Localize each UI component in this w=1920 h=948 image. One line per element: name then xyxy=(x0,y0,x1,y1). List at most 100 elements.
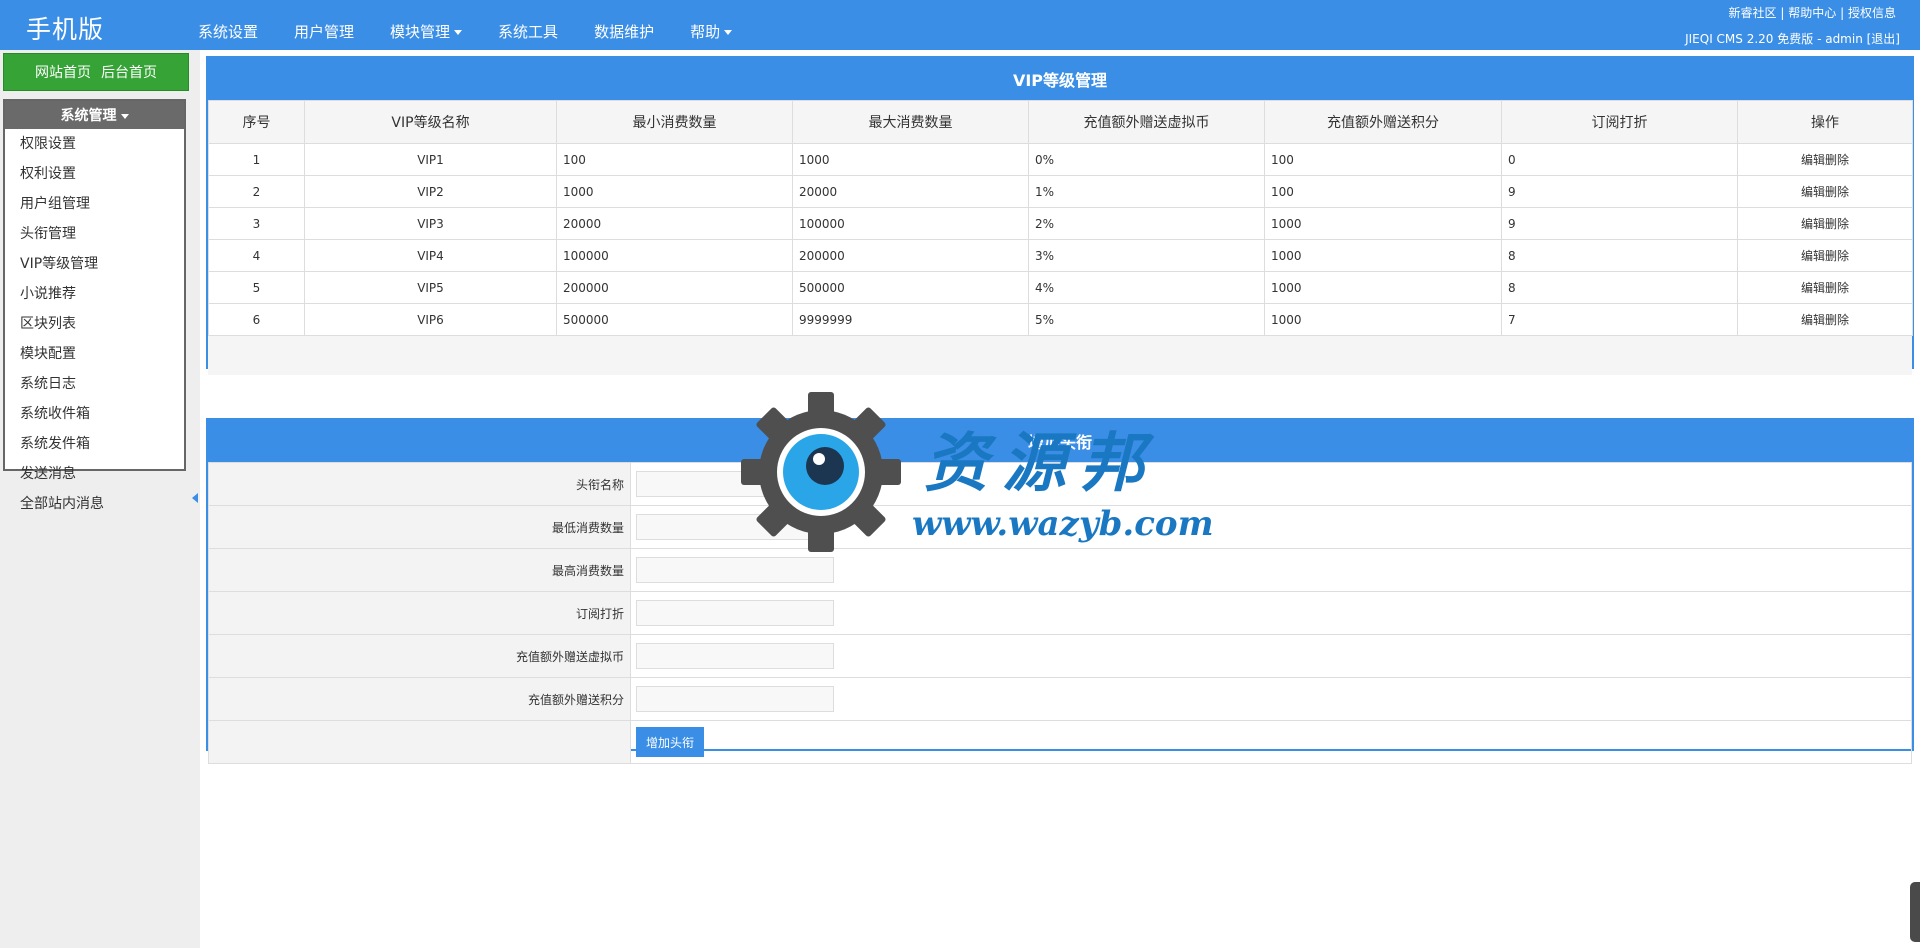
column-header: VIP等级名称 xyxy=(304,100,557,144)
cell-name: VIP5 xyxy=(304,271,557,304)
table-row: 6 VIP6 500000 9999999 5% 1000 7 编辑删除 xyxy=(208,303,1913,336)
form-submit-row: 增加头衔 xyxy=(208,720,1912,764)
nav-label: 模块管理 xyxy=(390,23,451,41)
delete-link[interactable]: 删除 xyxy=(1825,217,1849,231)
table-row: 3 VIP3 20000 100000 2% 1000 9 编辑删除 xyxy=(208,207,1913,240)
nav-system-tools[interactable]: 系统工具 xyxy=(498,21,558,42)
text-input[interactable] xyxy=(636,643,834,669)
table-row: 1 VIP1 100 1000 0% 100 0 编辑删除 xyxy=(208,143,1913,176)
cell-bonus-coin: 1% xyxy=(1028,175,1265,208)
system-menu-header[interactable]: 系统管理 xyxy=(5,101,184,129)
cell-min: 100 xyxy=(556,143,793,176)
cell-max: 100000 xyxy=(792,207,1029,240)
column-header: 充值额外赠送虚拟币 xyxy=(1028,100,1265,144)
sidebar-item[interactable]: 系统发件箱 xyxy=(5,429,184,459)
sidebar-item[interactable]: 区块列表 xyxy=(5,309,184,339)
empty-label xyxy=(208,720,631,764)
form-row: 订阅打折 xyxy=(208,591,1912,635)
cell-bonus-points: 1000 xyxy=(1264,207,1502,240)
main-nav: 系统设置 用户管理 模块管理 系统工具 数据维护 帮助 xyxy=(198,21,768,42)
delete-link[interactable]: 删除 xyxy=(1825,153,1849,167)
delete-link[interactable]: 删除 xyxy=(1825,313,1849,327)
cell-bonus-points: 100 xyxy=(1264,143,1502,176)
cell-min: 200000 xyxy=(556,271,793,304)
delete-link[interactable]: 删除 xyxy=(1825,185,1849,199)
edit-link[interactable]: 编辑 xyxy=(1801,313,1825,327)
cell-id: 4 xyxy=(208,239,305,272)
field-label: 充值额外赠送虚拟币 xyxy=(208,634,631,678)
table-row: 4 VIP4 100000 200000 3% 1000 8 编辑删除 xyxy=(208,239,1913,272)
link-help-center[interactable]: 帮助中心 xyxy=(1788,6,1836,20)
cell-discount: 9 xyxy=(1501,175,1738,208)
edit-link[interactable]: 编辑 xyxy=(1801,281,1825,295)
edit-link[interactable]: 编辑 xyxy=(1801,185,1825,199)
caret-down-icon xyxy=(724,30,733,35)
sidebar-item[interactable]: 系统收件箱 xyxy=(5,399,184,429)
form-row: 头衔名称 xyxy=(208,462,1912,506)
cell-actions: 编辑删除 xyxy=(1737,143,1913,176)
cell-min: 1000 xyxy=(556,175,793,208)
admin-home-link[interactable]: 后台首页 xyxy=(101,62,157,82)
cell-id: 5 xyxy=(208,271,305,304)
sidebar-item[interactable]: 头衔管理 xyxy=(5,219,184,249)
top-links: 新睿社区 | 帮助中心 | 授权信息 xyxy=(1729,4,1896,21)
edit-link[interactable]: 编辑 xyxy=(1801,153,1825,167)
cell-name: VIP3 xyxy=(304,207,557,240)
cell-discount: 8 xyxy=(1501,271,1738,304)
column-header: 最大消费数量 xyxy=(792,100,1029,144)
delete-link[interactable]: 删除 xyxy=(1825,281,1849,295)
logo[interactable]: 手机版 xyxy=(26,10,104,46)
sidebar-collapse-icon[interactable] xyxy=(192,493,198,503)
cell-id: 3 xyxy=(208,207,305,240)
scroll-widget[interactable] xyxy=(1910,882,1920,942)
add-title-button[interactable]: 增加头衔 xyxy=(636,727,705,757)
cell-name: VIP6 xyxy=(304,303,557,336)
nav-user-management[interactable]: 用户管理 xyxy=(294,21,354,42)
add-title-panel: 增加头衔 头衔名称 最低消费数量 最高消费数量 订阅打折 充值额外赠送虚拟币 充值额外赠送… xyxy=(206,418,1914,764)
nav-system-settings[interactable]: 系统设置 xyxy=(198,21,258,42)
form-row: 充值额外赠送积分 xyxy=(208,677,1912,721)
sidebar-item[interactable]: 模块配置 xyxy=(5,339,184,369)
field-label: 头衔名称 xyxy=(208,462,631,506)
text-input[interactable] xyxy=(636,514,834,540)
sidebar-item[interactable]: VIP等级管理 xyxy=(5,249,184,279)
form-body: 头衔名称 最低消费数量 最高消费数量 订阅打折 充值额外赠送虚拟币 充值额外赠送积分 增加头… xyxy=(208,462,1912,764)
edit-link[interactable]: 编辑 xyxy=(1801,249,1825,263)
cell-id: 1 xyxy=(208,143,305,176)
cell-actions: 编辑删除 xyxy=(1737,207,1913,240)
nav-help[interactable]: 帮助 xyxy=(690,21,733,42)
text-input[interactable] xyxy=(636,600,834,626)
delete-link[interactable]: 删除 xyxy=(1825,249,1849,263)
table-footer xyxy=(208,336,1912,375)
edit-link[interactable]: 编辑 xyxy=(1801,217,1825,231)
system-menu: 系统管理 权限设置 权利设置 用户组管理 头衔管理 VIP等级管理 小说推荐 区块列表 模块配… xyxy=(3,99,186,512)
cell-bonus-points: 1000 xyxy=(1264,303,1502,336)
nav-label: 帮助 xyxy=(690,23,721,41)
field-cell xyxy=(630,634,1912,678)
table-row: 2 VIP2 1000 20000 1% 100 9 编辑删除 xyxy=(208,175,1913,208)
sidebar-item[interactable]: 发送消息 xyxy=(5,459,184,489)
top-bar: 手机版 系统设置 用户管理 模块管理 系统工具 数据维护 帮助 新睿社区 | 帮… xyxy=(0,0,1920,50)
separator: | xyxy=(1780,6,1785,20)
vip-panel-title: VIP等级管理 xyxy=(208,58,1912,100)
sidebar-item[interactable]: 全部站内消息 xyxy=(5,489,184,519)
nav-module-management[interactable]: 模块管理 xyxy=(390,21,463,42)
sidebar-item[interactable]: 小说推荐 xyxy=(5,279,184,309)
nav-data-maintenance[interactable]: 数据维护 xyxy=(594,21,654,42)
text-input[interactable] xyxy=(636,557,834,583)
column-header: 最小消费数量 xyxy=(556,100,793,144)
text-input[interactable] xyxy=(636,686,834,712)
cell-min: 20000 xyxy=(556,207,793,240)
sidebar-item[interactable]: 用户组管理 xyxy=(5,189,184,219)
cell-min: 100000 xyxy=(556,239,793,272)
caret-down-icon xyxy=(120,113,129,119)
sidebar-item[interactable]: 权限设置 xyxy=(5,129,184,159)
text-input[interactable] xyxy=(636,471,834,497)
sidebar-item[interactable]: 权利设置 xyxy=(5,159,184,189)
cell-bonus-points: 100 xyxy=(1264,175,1502,208)
system-menu-title: 系统管理 xyxy=(60,108,117,124)
link-community[interactable]: 新睿社区 xyxy=(1729,6,1777,20)
site-home-link[interactable]: 网站首页 xyxy=(35,62,91,82)
link-license-info[interactable]: 授权信息 xyxy=(1848,6,1896,20)
sidebar-item[interactable]: 系统日志 xyxy=(5,369,184,399)
